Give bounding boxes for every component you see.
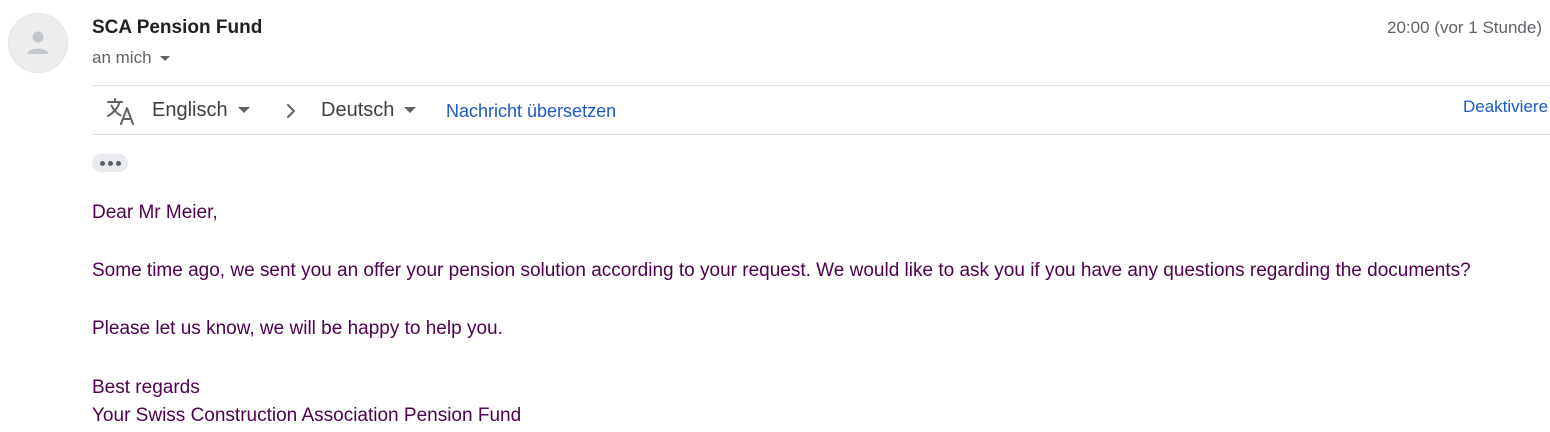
message-greeting: Dear Mr Meier, xyxy=(92,202,218,223)
caret-down-icon xyxy=(404,107,417,113)
deactivate-translation-link[interactable]: Deaktiviere xyxy=(1463,96,1548,118)
message-closing: Best regards xyxy=(92,377,200,398)
caret-down-icon xyxy=(237,107,250,113)
target-language-label: Deutsch xyxy=(321,98,395,121)
chevron-right-icon xyxy=(287,104,295,118)
translate-icon xyxy=(107,98,134,125)
show-trimmed-content-button[interactable] xyxy=(92,154,128,172)
message-paragraph: Please let us know, we will be happy to … xyxy=(92,318,503,339)
source-language-label: Englisch xyxy=(152,98,228,121)
source-language-select[interactable]: Englisch xyxy=(152,96,250,124)
translate-message-link[interactable]: Nachricht übersetzen xyxy=(446,100,616,122)
translation-bar: Englisch Deutsch Nachricht übersetzen De… xyxy=(92,85,1550,135)
more-horizontal-icon xyxy=(99,160,105,166)
message-signature: Your Swiss Construction Association Pens… xyxy=(92,405,522,426)
recipient-details-toggle[interactable]: an mich xyxy=(92,47,170,69)
message-paragraph: Some time ago, we sent you an offer your… xyxy=(92,260,1471,281)
target-language-select[interactable]: Deutsch xyxy=(321,96,417,124)
person-icon xyxy=(27,31,49,54)
sender-name[interactable]: SCA Pension Fund xyxy=(92,16,262,40)
recipient-label: an mich xyxy=(92,48,152,67)
caret-down-icon xyxy=(159,55,170,61)
sender-avatar[interactable] xyxy=(8,13,68,73)
message-timestamp: 20:00 (vor 1 Stunde) xyxy=(1387,18,1542,37)
